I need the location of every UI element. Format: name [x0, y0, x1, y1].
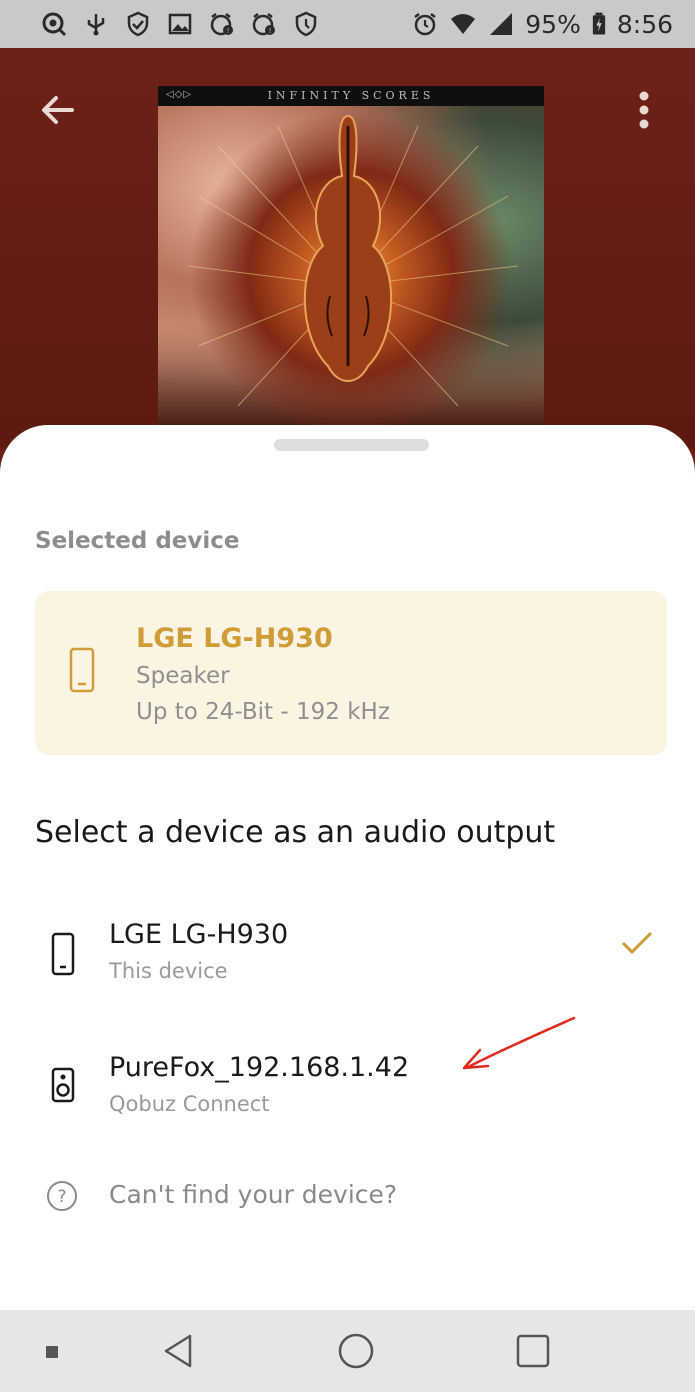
alarm-alert-icon: ! — [208, 10, 236, 38]
more-vertical-icon — [639, 91, 649, 129]
selected-device-type: Speaker — [136, 663, 230, 689]
device-title: LGE LG-H930 — [109, 919, 289, 950]
annotation-arrow — [462, 1016, 576, 1070]
arrow-left-icon — [42, 96, 74, 124]
alarm-icon — [411, 10, 439, 38]
speaker-icon — [51, 1067, 75, 1103]
device-row-purefox[interactable]: PureFox_192.168.1.42 Qobuz Connect — [0, 1052, 695, 1152]
back-button[interactable] — [36, 88, 80, 132]
selected-device-quality: Up to 24-Bit - 192 kHz — [136, 699, 390, 725]
status-bar: ! ! 95% 8:56 — [0, 0, 695, 48]
sheet-drag-handle[interactable] — [274, 439, 429, 451]
device-list-heading: Select a device as an audio output — [35, 815, 556, 850]
clock-time: 8:56 — [616, 9, 673, 39]
battery-percent: 95% — [525, 9, 581, 39]
phone-icon — [69, 647, 95, 693]
album-cover: INFINITY SCORES ◁◇▷ — [158, 86, 544, 426]
device-subtitle: Qobuz Connect — [109, 1092, 270, 1116]
system-nav-bar — [0, 1310, 695, 1392]
device-title: PureFox_192.168.1.42 — [109, 1052, 410, 1083]
nav-back-icon[interactable] — [160, 1332, 196, 1370]
help-circle-icon: ? — [47, 1181, 77, 1211]
svg-text:?: ? — [57, 1187, 66, 1207]
nav-dot-button[interactable] — [46, 1346, 58, 1358]
selected-device-name: LGE LG-H930 — [136, 623, 333, 654]
svg-text:!: ! — [269, 27, 272, 35]
cant-find-device-link[interactable]: ? Can't find your device? — [0, 1180, 695, 1240]
nav-home-icon[interactable] — [337, 1332, 375, 1370]
search-circle-icon — [40, 10, 68, 38]
device-row-lge[interactable]: LGE LG-H930 This device — [0, 919, 695, 1019]
image-icon — [166, 10, 194, 38]
shield-check-icon — [124, 10, 152, 38]
phone-icon — [51, 932, 75, 976]
more-options-button[interactable] — [630, 86, 658, 134]
shield-icon — [292, 10, 320, 38]
help-label: Can't find your device? — [109, 1180, 398, 1209]
player-header: INFINITY SCORES ◁◇▷ — [0, 48, 695, 448]
nav-recents-icon[interactable] — [515, 1333, 551, 1369]
wifi-icon — [449, 10, 477, 38]
violin-artwork — [187, 114, 519, 407]
device-subtitle: This device — [109, 959, 228, 983]
battery-icon — [591, 10, 607, 38]
cellular-signal-icon — [487, 10, 515, 38]
svg-text:!: ! — [227, 27, 230, 35]
check-icon — [621, 931, 653, 955]
selected-device-label: Selected device — [35, 528, 240, 554]
device-picker-sheet: Selected device LGE LG-H930 Speaker Up t… — [0, 425, 695, 1310]
usb-icon — [82, 10, 110, 38]
selected-device-card: LGE LG-H930 Speaker Up to 24-Bit - 192 k… — [35, 591, 667, 755]
alarm-alert-icon: ! — [250, 10, 278, 38]
